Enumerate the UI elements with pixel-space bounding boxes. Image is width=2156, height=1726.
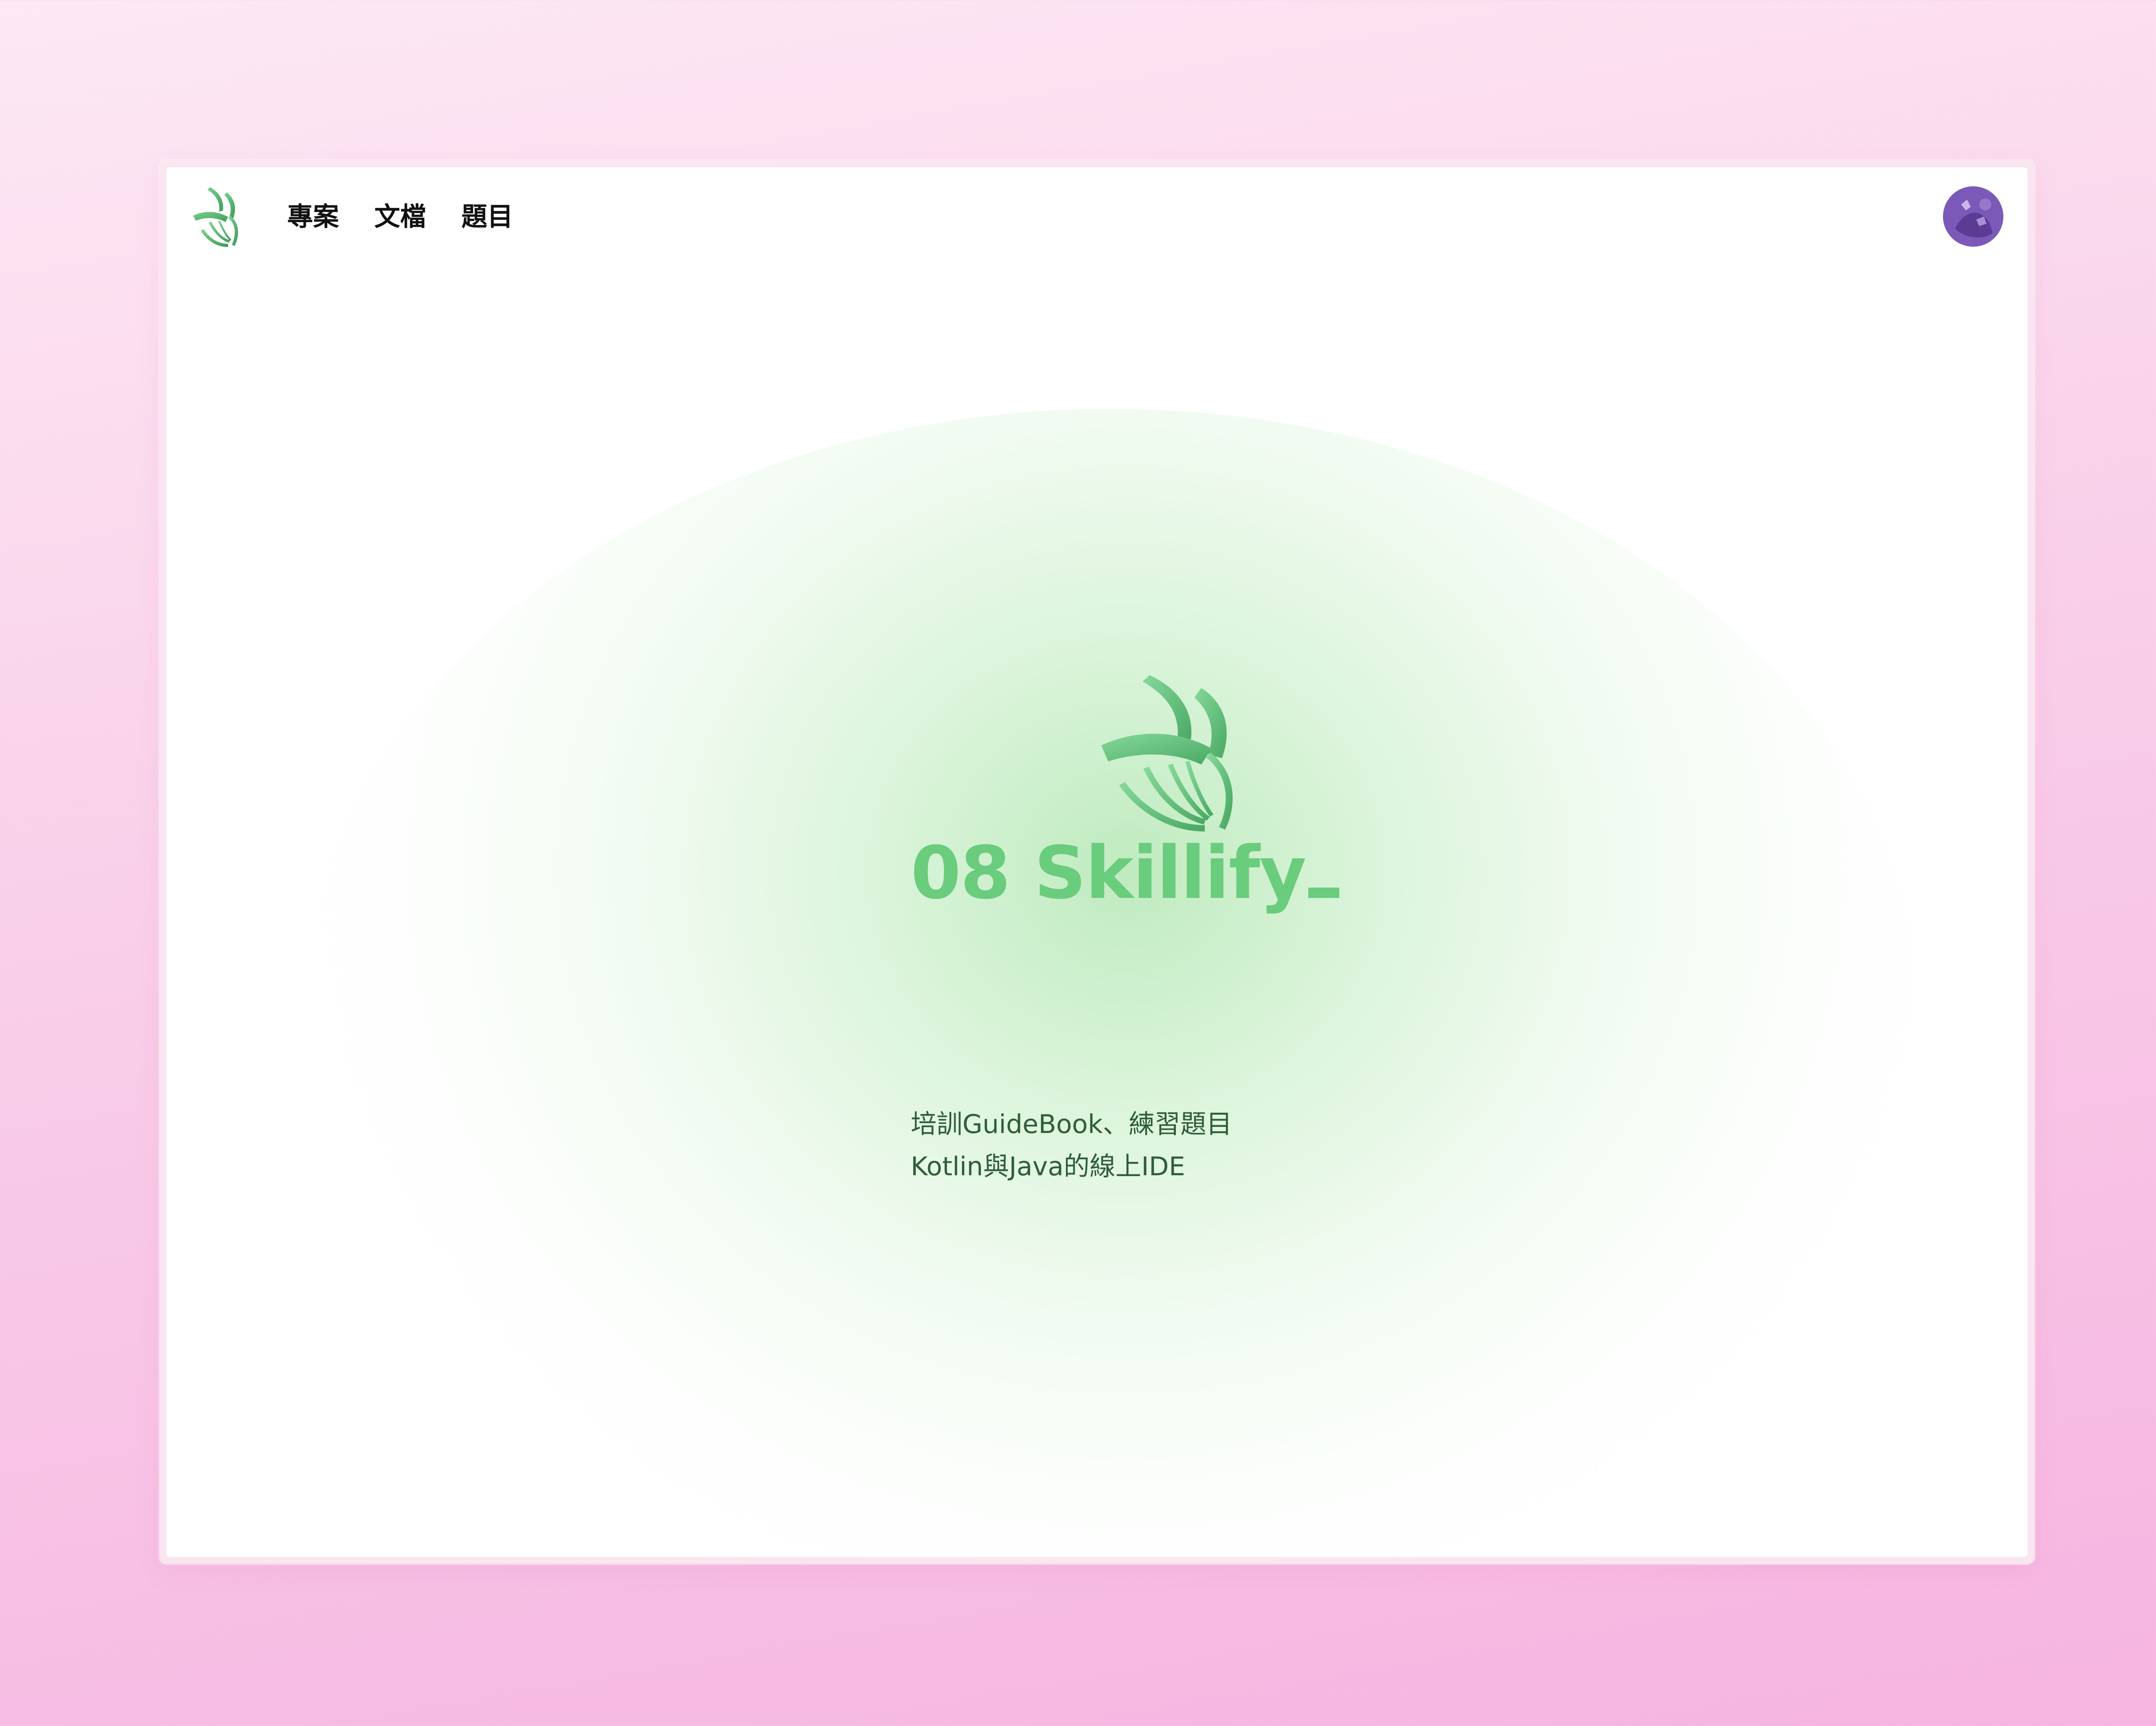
cursor-icon xyxy=(1308,888,1339,898)
hero-section: 08 Skillify 培訓GuideBook、練習題目 Kotlin與Java… xyxy=(166,167,2028,1557)
hero-title: 08 Skillify xyxy=(911,825,1339,920)
page: 專案 文檔 題目 08 Skillify 培訓GuideBook、練習題目 Ko… xyxy=(166,167,2028,1557)
browser-window: 專案 文檔 題目 08 Skillify 培訓GuideBook、練習題目 Ko… xyxy=(160,160,2034,1564)
hero-title-text: 08 Skillify xyxy=(911,831,1307,915)
hero-desc-line1: 培訓GuideBook、練習題目 xyxy=(911,1109,1232,1139)
hero-description: 培訓GuideBook、練習題目 Kotlin與Java的線上IDE xyxy=(911,1103,1232,1188)
hero-desc-line2: Kotlin與Java的線上IDE xyxy=(911,1152,1185,1182)
skillify-hero-logo-icon xyxy=(1098,672,1270,832)
